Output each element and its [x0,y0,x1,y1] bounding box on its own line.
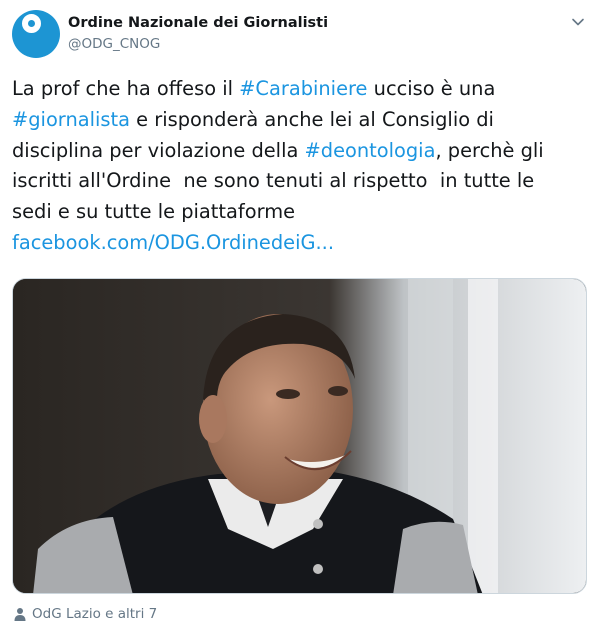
social-context[interactable]: OdG Lazio e altri 7 [14,606,157,622]
social-context-text: OdG Lazio e altri 7 [32,606,158,622]
tweet-text-line: La prof che ha offeso il #Carabiniere uc… [12,74,587,105]
author-handle[interactable]: @ODG_CNOG [68,36,160,52]
tweet-text-segment: La prof che ha offeso il [12,77,240,100]
tweet-text-segment: , perchè gli [435,138,544,162]
author-display-name[interactable]: Ordine Nazionale dei Giornalisti [68,15,328,31]
hashtag-link[interactable]: #deontologia [305,139,436,162]
tweet-text-line: disciplina per violazione della #deontol… [12,136,587,167]
tweet-text-segment: ucciso è una [367,77,496,100]
tweet-text-line: sedi e su tutte le piattaforme [12,197,587,228]
tweet-text-segment: sedi e su tutte le piattaforme [12,200,296,224]
tweet-text-line: facebook.com/ODG.OrdinedeiG... [12,228,587,259]
tweet-text-segment: iscritti all'Ordine ne sono tenuti al ri… [12,169,535,193]
author-avatar[interactable] [12,10,60,58]
photo-illustration [13,279,586,593]
tweet-text-segment: e risponderà anche lei al Consiglio di [129,107,494,131]
odg-logo-icon [22,14,41,33]
tweet-text: La prof che ha offeso il #Carabiniere uc… [12,74,587,259]
external-link[interactable]: facebook.com/ODG.OrdinedeiG... [12,231,334,254]
person-icon [14,608,26,621]
tweet-text-line: #giornalista e risponderà anche lei al C… [12,105,587,136]
chevron-down-icon[interactable] [570,14,586,30]
tweet-photo[interactable] [12,278,587,594]
hashtag-link[interactable]: #Carabiniere [239,77,367,100]
tweet-text-segment: disciplina per violazione della [12,138,305,162]
tweet-text-line: iscritti all'Ordine ne sono tenuti al ri… [12,166,587,197]
hashtag-link[interactable]: #giornalista [12,108,130,131]
